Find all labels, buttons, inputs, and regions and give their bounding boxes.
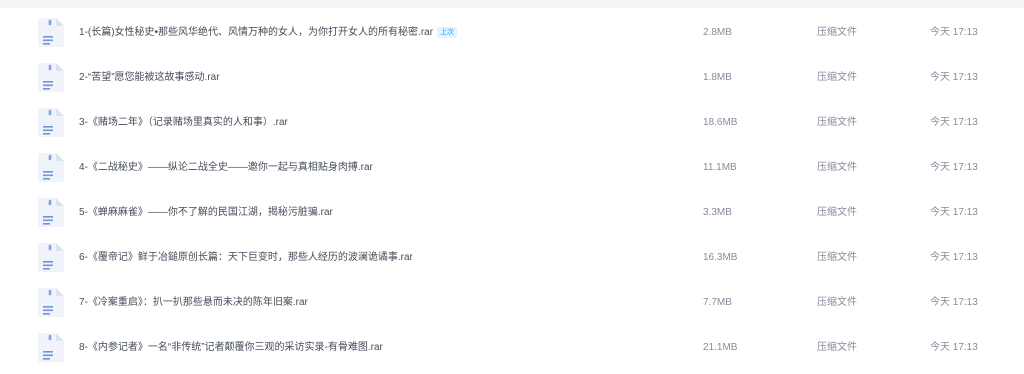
file-row[interactable]: 2-“苦望”愿您能被这故事感动.rar 1.8MB 压缩文件 今天 17:13	[0, 55, 1024, 100]
file-size: 18.6MB	[703, 117, 738, 128]
file-name-text[interactable]: 6-《覆帝记》鲜于冶鎚原创长篇：天下巨变时，那些人经历的波澜诡谲事.rar	[79, 252, 413, 263]
archive-file-icon[interactable]	[37, 152, 65, 183]
file-name[interactable]: 5-《蝉麻麻雀》——你不了解的民国江湖，揭秘污脏骗.rar	[79, 190, 333, 235]
archive-file-icon[interactable]	[37, 287, 65, 318]
archive-file-icon[interactable]	[37, 62, 65, 93]
file-name[interactable]: 2-“苦望”愿您能被这故事感动.rar	[79, 55, 220, 100]
file-type: 压缩文件	[817, 207, 857, 218]
file-name-text[interactable]: 3-《赌场二年》（记录赌场里真实的人和事）.rar	[79, 117, 288, 128]
file-name[interactable]: 7-《冷案重启》：扒一扒那些悬而未决的陈年旧案.rar	[79, 280, 308, 325]
archive-file-icon[interactable]	[37, 197, 65, 228]
archive-file-icon[interactable]	[37, 17, 65, 48]
file-name-text[interactable]: 2-“苦望”愿您能被这故事感动.rar	[79, 72, 220, 83]
file-row[interactable]: 7-《冷案重启》：扒一扒那些悬而未决的陈年旧案.rar 7.7MB 压缩文件 今天 1…	[0, 280, 1024, 325]
modified-time: 今天 17:13	[930, 297, 978, 308]
file-type: 压缩文件	[817, 72, 857, 83]
file-row[interactable]: 3-《赌场二年》（记录赌场里真实的人和事）.rar 18.6MB 压缩文件 今天 17…	[0, 100, 1024, 145]
file-size: 2.8MB	[703, 27, 732, 38]
modified-time: 今天 17:13	[930, 27, 978, 38]
file-name-text[interactable]: 8-《内参记者》一名“非传统”记者颠覆你三观的采访实录-有骨难图.rar	[79, 342, 383, 353]
file-type: 压缩文件	[817, 162, 857, 173]
modified-time: 今天 17:13	[930, 252, 978, 263]
file-row[interactable]: 4-《二战秘史》——纵论二战全史——邀你一起与真相贴身肉搏.rar 11.1MB 压…	[0, 145, 1024, 190]
file-list: 1-(长篇)女性秘史•那些风华绝代、风情万种的女人，为你打开女人的所有秘密.ra…	[0, 10, 1024, 370]
file-name[interactable]: 6-《覆帝记》鲜于冶鎚原创长篇：天下巨变时，那些人经历的波澜诡谲事.rar	[79, 235, 413, 280]
file-name[interactable]: 8-《内参记者》一名“非传统”记者颠覆你三观的采访实录-有骨难图.rar	[79, 325, 383, 370]
file-type: 压缩文件	[817, 27, 857, 38]
file-name-text[interactable]: 1-(长篇)女性秘史•那些风华绝代、风情万种的女人，为你打开女人的所有秘密.ra…	[79, 27, 433, 38]
file-row[interactable]: 8-《内参记者》一名“非传统”记者颠覆你三观的采访实录-有骨难图.rar 21.1…	[0, 325, 1024, 370]
file-name[interactable]: 1-(长篇)女性秘史•那些风华绝代、风情万种的女人，为你打开女人的所有秘密.ra…	[79, 10, 458, 55]
file-type: 压缩文件	[817, 342, 857, 353]
file-size: 16.3MB	[703, 252, 738, 263]
file-row[interactable]: 1-(长篇)女性秘史•那些风华绝代、风情万种的女人，为你打开女人的所有秘密.ra…	[0, 10, 1024, 55]
file-name-text[interactable]: 4-《二战秘史》——纵论二战全史——邀你一起与真相贴身肉搏.rar	[79, 162, 373, 173]
file-row[interactable]: 5-《蝉麻麻雀》——你不了解的民国江湖，揭秘污脏骗.rar 3.3MB 压缩文件 今天…	[0, 190, 1024, 235]
modified-time: 今天 17:13	[930, 162, 978, 173]
file-name[interactable]: 4-《二战秘史》——纵论二战全史——邀你一起与真相贴身肉搏.rar	[79, 145, 373, 190]
file-type: 压缩文件	[817, 297, 857, 308]
file-size: 1.8MB	[703, 72, 732, 83]
file-size: 7.7MB	[703, 297, 732, 308]
file-type: 压缩文件	[817, 252, 857, 263]
file-type: 压缩文件	[817, 117, 857, 128]
top-scroll-strip	[0, 0, 1024, 8]
file-name-text[interactable]: 7-《冷案重启》：扒一扒那些悬而未决的陈年旧案.rar	[79, 297, 308, 308]
archive-file-icon[interactable]	[37, 242, 65, 273]
file-name-text[interactable]: 5-《蝉麻麻雀》——你不了解的民国江湖，揭秘污脏骗.rar	[79, 207, 333, 218]
archive-file-icon[interactable]	[37, 107, 65, 138]
modified-time: 今天 17:13	[930, 72, 978, 83]
file-size: 3.3MB	[703, 207, 732, 218]
modified-time: 今天 17:13	[930, 342, 978, 353]
modified-time: 今天 17:13	[930, 117, 978, 128]
file-name[interactable]: 3-《赌场二年》（记录赌场里真实的人和事）.rar	[79, 100, 288, 145]
last-opened-badge: 上次	[437, 27, 458, 38]
file-row[interactable]: 6-《覆帝记》鲜于冶鎚原创长篇：天下巨变时，那些人经历的波澜诡谲事.rar 16.…	[0, 235, 1024, 280]
file-size: 11.1MB	[703, 162, 737, 173]
archive-file-icon[interactable]	[37, 332, 65, 363]
file-size: 21.1MB	[703, 342, 738, 353]
modified-time: 今天 17:13	[930, 207, 978, 218]
